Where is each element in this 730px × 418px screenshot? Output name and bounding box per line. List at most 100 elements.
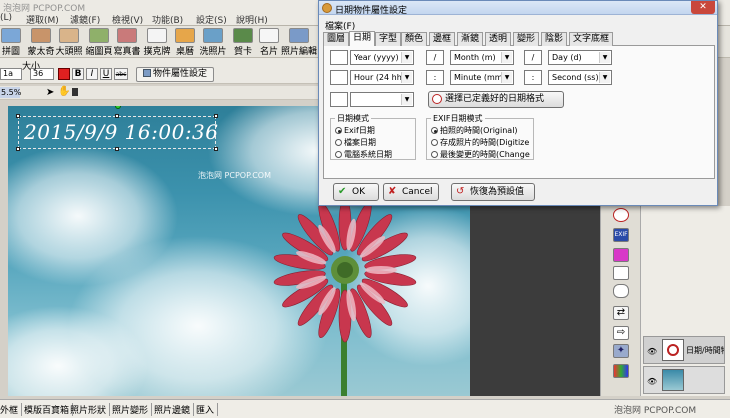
ok-button[interactable]: ✔ OK [333,183,379,201]
close-button[interactable]: ✕ [691,1,715,14]
tab-transform[interactable]: 變形 [513,32,540,46]
choose-preset-format-label: 選擇已定義好的日期格式 [445,94,545,104]
radio-exif-date[interactable]: Exif日期 [335,125,375,136]
resize-handle[interactable] [214,114,218,118]
tab-shadow[interactable]: 陰影 [541,32,568,46]
tab-transparency[interactable]: 透明 [485,32,512,46]
time-separator-1-input[interactable]: : [426,70,444,85]
menu-item-select[interactable]: 選取(M) [26,13,59,26]
exif-icon[interactable]: EXIF [613,228,629,242]
choose-preset-format-button[interactable]: 選擇已定義好的日期格式 [428,91,564,108]
resize-handle[interactable] [214,147,218,151]
bottom-tab-lens[interactable]: 照片邊鏡 [154,403,195,416]
ok-label: OK [352,187,365,197]
radio-exif-changed[interactable]: 最後變更的時間(Change [431,149,530,160]
layer-thumbnail-photo [662,369,684,391]
resize-handle[interactable] [115,147,119,151]
bottom-tab-template[interactable]: 模版百寶箱 [24,403,74,416]
extra-format-select[interactable]: ▼ [350,92,414,107]
bottom-tab-shape[interactable]: 照片形狀 [70,403,111,416]
arrows-icon[interactable]: ⇄ [613,306,629,320]
menu-item-view[interactable]: 檢視(V) [112,13,143,26]
tab-lens[interactable]: 漸鏡 [457,32,484,46]
bottom-tab-import[interactable]: 匯入 [196,403,219,416]
date-mode-title: 日期模式 [335,113,371,124]
layer-item-date[interactable]: 👁 日期/時間物 [643,336,725,364]
radio-exif-original[interactable]: 拍照的時間(Original) [431,125,518,136]
tab-layer[interactable]: 圖層 [323,32,350,46]
crop-tool-icon[interactable] [72,88,78,96]
watermark-mid: 泡泡网 PCPOP.COM [198,171,271,180]
time-prefix-input[interactable] [330,70,348,85]
cake-icon[interactable] [613,248,629,262]
resize-handle[interactable] [16,147,20,151]
menu-item-l[interactable]: (L) [0,13,12,23]
print-photo-icon [203,28,223,43]
rotate-handle[interactable] [115,106,121,109]
x-icon: ✘ [388,186,397,197]
hand-tool-icon[interactable]: ✋ [58,86,70,97]
menu-item-settings[interactable]: 設定(S) [196,13,227,26]
suffix-text-input[interactable] [330,92,348,107]
business-card-icon [259,28,279,43]
year-format-select[interactable]: Year (yyyy) ▼ [350,50,414,65]
tab-date[interactable]: 日期 [349,31,376,47]
eye-icon[interactable]: 👁 [647,347,657,356]
underline-button[interactable]: U [100,68,112,80]
object-properties-label: 物件屬性設定 [152,69,207,79]
toolbar-photo-edit-button[interactable]: 照片編輯 [281,27,317,57]
tab-color[interactable]: 顏色 [401,32,428,46]
greeting-card-icon [233,28,253,43]
radio-file-date[interactable]: 檔案日期 [335,137,376,148]
resize-handle[interactable] [16,114,20,118]
tab-text-background[interactable]: 文字底框 [569,32,614,46]
properties-icon [142,69,151,77]
strike-button[interactable]: abc [114,68,128,80]
cancel-button[interactable]: ✘ Cancel [383,183,439,201]
day-format-select[interactable]: Day (d) ▼ [548,50,612,65]
clock-icon[interactable] [613,208,629,222]
radio-exif-digitized[interactable]: 存成照片的時間(Digitize [431,137,529,148]
time-separator-2-input[interactable]: : [524,70,542,85]
right-dark-area [470,206,600,396]
layer-item-photo[interactable]: 👁 [643,366,725,394]
gradient-icon[interactable] [613,364,629,378]
menu-item-function[interactable]: 功能(B) [152,13,183,26]
tab-font[interactable]: 字型 [375,32,402,46]
dialog-titlebar[interactable]: 日期物件屬性設定 ✕ [319,1,717,16]
cancel-label: Cancel [402,187,433,197]
prefix-text-input[interactable] [330,50,348,65]
month-format-select[interactable]: Month (m) ▼ [450,50,514,65]
resize-handle[interactable] [115,114,119,118]
calendar-icon[interactable] [613,266,629,280]
menu-item-filter[interactable]: 濾鏡(F) [70,13,100,26]
minute-format-select[interactable]: Minute (mm) ▼ [450,70,514,85]
arrow-right-icon[interactable]: ⇨ [613,326,629,340]
separator-2-input[interactable]: / [524,50,542,65]
star-icon[interactable]: ✦ [613,344,629,358]
tab-border[interactable]: 邊框 [429,32,456,46]
desk-calendar-icon [175,28,195,43]
color-swatch[interactable] [58,68,70,80]
radio-dot [431,139,438,146]
object-properties-button[interactable]: 物件屬性設定 [136,67,214,82]
restore-defaults-button[interactable]: ↺ 恢復為預設值 [451,183,535,201]
bottom-tab-transform[interactable]: 照片變形 [112,403,153,416]
bold-button[interactable]: B [72,68,84,80]
second-format-select[interactable]: Second (ss) ▼ [548,70,612,85]
speech-bubble-icon[interactable] [613,284,629,298]
pointer-tool-icon[interactable]: ➤ [46,87,54,98]
font-select[interactable]: 1a [0,68,22,80]
italic-button[interactable]: I [86,68,98,80]
bottom-tab-frame[interactable]: 外框 [0,403,23,416]
zoom-value[interactable]: 5.5% [0,87,21,98]
menu-item-help[interactable]: 說明(H) [236,13,268,26]
year-format-value: Year (yyyy) [354,53,399,62]
dialog-tabs: 圖層 日期 字型 顏色 邊框 漸鏡 透明 變形 陰影 文字底框 [323,31,715,47]
radio-dot [335,139,342,146]
eye-icon[interactable]: 👁 [647,377,657,386]
hour-format-select[interactable]: Hour (24 hh) ▼ [350,70,414,85]
radio-system-date[interactable]: 電腦系統日期 [335,149,392,160]
date-stamp-text[interactable]: 2015/9/9 16:00:36 [24,120,219,144]
separator-1-input[interactable]: / [426,50,444,65]
